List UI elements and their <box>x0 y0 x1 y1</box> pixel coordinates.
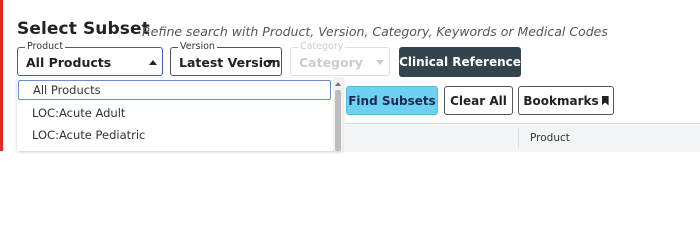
category-select-label: Category <box>298 41 346 53</box>
bookmarks-button-label: Bookmarks <box>523 93 599 108</box>
dropdown-scrollbar-thumb[interactable] <box>335 90 341 151</box>
version-select[interactable]: Version Latest Version <box>170 41 282 76</box>
column-header-product[interactable]: Product <box>530 132 570 144</box>
scroll-up-icon[interactable] <box>335 82 341 86</box>
chevron-down-icon[interactable] <box>266 60 274 65</box>
clear-all-button[interactable]: Clear All <box>444 86 513 115</box>
dropdown-option-loc-acute-adult[interactable]: LOC:Acute Adult <box>17 103 331 123</box>
clinical-reference-button[interactable]: Clinical Reference <box>399 47 521 77</box>
left-accent-bar <box>0 0 3 151</box>
dropdown-option-loc-acute-pediatric[interactable]: LOC:Acute Pediatric <box>17 125 331 145</box>
product-select-value: All Products <box>26 55 112 70</box>
column-divider <box>518 128 519 148</box>
chevron-down-icon <box>376 60 384 65</box>
bookmarks-button[interactable]: Bookmarks <box>518 86 614 115</box>
product-dropdown-list: All Products LOC:Acute Adult LOC:Acute P… <box>17 78 343 151</box>
results-table-header <box>345 123 700 152</box>
product-select[interactable]: Product All Products <box>17 41 163 76</box>
bookmark-icon <box>601 95 609 106</box>
page-subtitle: Refine search with Product, Version, Cat… <box>142 24 608 39</box>
product-select-label: Product <box>25 41 66 53</box>
find-subsets-button[interactable]: Find Subsets <box>346 86 438 115</box>
dropdown-option-all-products[interactable]: All Products <box>18 80 331 100</box>
chevron-up-icon[interactable] <box>149 60 157 65</box>
category-select: Category Category <box>290 41 390 76</box>
page-title: Select Subset <box>17 19 150 39</box>
category-select-value: Category <box>299 55 363 70</box>
version-select-label: Version <box>178 41 217 53</box>
